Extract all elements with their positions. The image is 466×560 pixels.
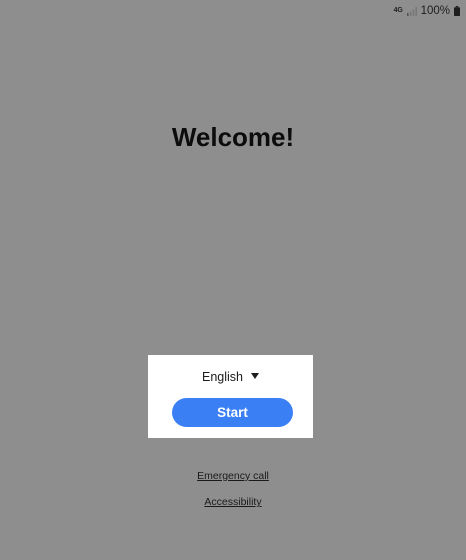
start-button[interactable]: Start [172, 398, 293, 427]
battery-icon [454, 6, 460, 16]
network-type-label: 4G [393, 6, 403, 14]
accessibility-row: Accessibility [0, 496, 466, 508]
accessibility-link[interactable]: Accessibility [204, 496, 261, 508]
language-label: English [202, 370, 243, 384]
status-bar: 4G 100% [394, 3, 460, 19]
setup-card: English Start [148, 355, 313, 438]
battery-percentage: 100% [420, 5, 450, 17]
language-dropdown[interactable]: English [148, 367, 313, 387]
signal-bars-icon [406, 6, 417, 16]
emergency-call-link[interactable]: Emergency call [197, 470, 269, 482]
emergency-call-row: Emergency call [0, 470, 466, 482]
triangle-down-icon [251, 373, 259, 379]
welcome-title: Welcome! [171, 122, 295, 152]
